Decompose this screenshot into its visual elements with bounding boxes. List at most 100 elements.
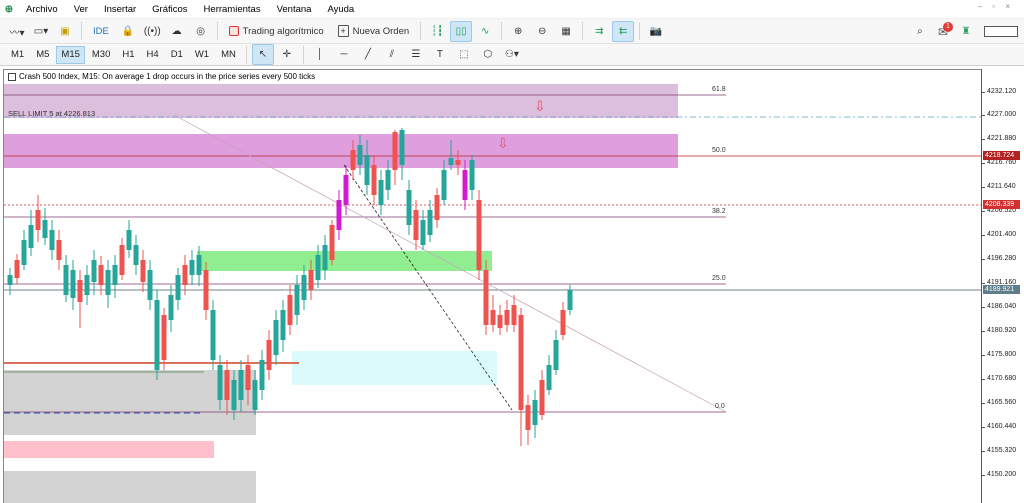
zoom-out-icon[interactable]: ⊖ bbox=[531, 21, 553, 42]
timeframe-toolbar: M1 M5 M15 M30 H1 H4 D1 W1 MN ↖ ✛ │ ─ ╱ ⫽… bbox=[0, 44, 1024, 66]
text-icon[interactable]: T bbox=[429, 44, 451, 65]
tf-h4[interactable]: H4 bbox=[142, 46, 164, 64]
tf-m30[interactable]: M30 bbox=[87, 46, 115, 64]
price-axis[interactable]: 4232.120 4227.000 4221.880 4216.760 4211… bbox=[981, 69, 1024, 503]
sell-zone[interactable] bbox=[4, 134, 678, 168]
candle-body bbox=[91, 260, 97, 282]
candle-body bbox=[553, 340, 559, 370]
chart-canvas[interactable]: ⇩ ⇩ bbox=[4, 70, 981, 503]
trendline-icon[interactable]: ╱ bbox=[357, 44, 379, 65]
account-icon[interactable]: ♜ bbox=[955, 21, 977, 42]
chart-type-icon[interactable]: 〰▾ bbox=[6, 21, 28, 42]
candle-body bbox=[84, 275, 90, 295]
candle-body bbox=[441, 170, 447, 200]
search-icon[interactable]: ⌕ bbox=[909, 21, 931, 42]
sell-limit-label[interactable]: SELL LIMIT 5 at 4226.813 bbox=[8, 109, 95, 118]
tf-m1[interactable]: M1 bbox=[6, 46, 29, 64]
algo-trading-button[interactable]: Trading algorítmico bbox=[223, 21, 330, 42]
window-controls[interactable]: – ▫ × bbox=[978, 2, 1014, 11]
bar-chart-icon[interactable]: ┆┇ bbox=[426, 21, 448, 42]
grid-icon[interactable]: ▦ bbox=[555, 21, 577, 42]
candle-body bbox=[322, 245, 328, 270]
demand-zone[interactable] bbox=[197, 251, 492, 271]
candle-body bbox=[28, 225, 34, 248]
candle-body bbox=[140, 260, 146, 282]
candle-body bbox=[224, 370, 230, 400]
down-arrow-icon[interactable]: ⇩ bbox=[534, 99, 546, 115]
price-tag-current: 4189.921 bbox=[983, 285, 1020, 294]
candle-body bbox=[77, 280, 83, 302]
sell-zone-upper[interactable] bbox=[4, 84, 678, 118]
candle-body bbox=[70, 270, 76, 298]
more-objects-icon[interactable]: ⚇▾ bbox=[501, 44, 523, 65]
candle-body bbox=[420, 220, 426, 245]
gray-zone-lower[interactable] bbox=[4, 471, 256, 503]
stop-icon bbox=[228, 26, 239, 36]
menu-item-ventana[interactable]: Ventana bbox=[269, 0, 320, 19]
vertical-line-icon[interactable]: │ bbox=[309, 44, 331, 65]
ide-button[interactable]: IDE bbox=[87, 21, 115, 42]
cloud-icon[interactable]: ☁ bbox=[166, 21, 188, 42]
menu-item-herramientas[interactable]: Herramientas bbox=[196, 0, 269, 19]
fibonacci-icon[interactable]: ☰ bbox=[405, 44, 427, 65]
notifications-count: 1 bbox=[943, 21, 953, 32]
candle-body bbox=[245, 365, 251, 390]
fib-label-0: 0.0 bbox=[715, 403, 725, 410]
candle-body bbox=[539, 380, 545, 415]
candle-body bbox=[462, 170, 468, 200]
templates-icon[interactable]: ▭▾ bbox=[30, 21, 52, 42]
price-label: 4196.280 bbox=[981, 255, 1017, 262]
candle-body bbox=[126, 230, 132, 250]
lock-icon[interactable]: 🔒 bbox=[117, 21, 139, 42]
notifications-icon[interactable]: ✉ 1 bbox=[938, 21, 953, 39]
candle-body bbox=[532, 400, 538, 425]
market-icon[interactable]: ▣ bbox=[54, 21, 76, 42]
candle-body bbox=[147, 270, 153, 300]
horizontal-line-icon[interactable]: ─ bbox=[333, 44, 355, 65]
menu-item-ver[interactable]: Ver bbox=[66, 0, 96, 19]
tf-mn[interactable]: MN bbox=[216, 46, 241, 64]
candle-body bbox=[385, 170, 391, 190]
algo-trading-label: Trading algorítmico bbox=[242, 25, 324, 37]
candle-body bbox=[511, 305, 517, 325]
screenshot-icon[interactable]: 📷 bbox=[645, 21, 667, 42]
candlestick-icon[interactable]: ▯▯ bbox=[450, 20, 473, 42]
candle-body bbox=[483, 270, 489, 325]
new-order-button[interactable]: + Nueva Orden bbox=[332, 21, 416, 42]
shapes-icon[interactable]: ⬚ bbox=[453, 44, 475, 65]
menu-item-ayuda[interactable]: Ayuda bbox=[319, 0, 362, 19]
signal-icon[interactable]: ((•)) bbox=[141, 21, 164, 42]
candle-body bbox=[182, 265, 188, 285]
tf-d1[interactable]: D1 bbox=[166, 46, 188, 64]
down-arrow-icon[interactable]: ⇩ bbox=[497, 136, 509, 152]
crosshair-icon[interactable]: ✛ bbox=[276, 44, 298, 65]
light-blue-zone[interactable] bbox=[292, 351, 497, 385]
price-chart[interactable]: ⇩ ⇩ Crash 500 Index, M15: On average 1 d… bbox=[3, 69, 981, 503]
tf-m15[interactable]: M15 bbox=[56, 45, 85, 64]
candle-body bbox=[189, 260, 195, 275]
chart-shift-icon[interactable]: ⇇ bbox=[612, 20, 635, 42]
menu-item-archivo[interactable]: Archivo bbox=[18, 0, 66, 19]
arrows-icon[interactable]: ⬡ bbox=[477, 44, 499, 65]
candle-body bbox=[371, 165, 377, 195]
tf-h1[interactable]: H1 bbox=[117, 46, 139, 64]
tf-w1[interactable]: W1 bbox=[190, 46, 214, 64]
tf-m5[interactable]: M5 bbox=[31, 46, 54, 64]
autoscroll-icon[interactable]: ⇉ bbox=[588, 21, 610, 42]
candle-body bbox=[413, 210, 419, 240]
candle-body bbox=[231, 380, 237, 410]
line-chart-icon[interactable]: ∿ bbox=[474, 21, 496, 42]
price-label: 4165.560 bbox=[981, 399, 1017, 406]
vps-icon[interactable]: ◎ bbox=[190, 21, 212, 42]
menu-item-graficos[interactable]: Gráficos bbox=[144, 0, 195, 19]
candle-body bbox=[14, 260, 20, 278]
cursor-icon[interactable]: ↖ bbox=[251, 44, 274, 65]
menu-item-insertar[interactable]: Insertar bbox=[96, 0, 144, 19]
candle-body bbox=[448, 158, 454, 165]
candle-body bbox=[133, 245, 139, 265]
zoom-in-icon[interactable]: ⊕ bbox=[507, 21, 529, 42]
channel-icon[interactable]: ⫽ bbox=[381, 44, 403, 65]
price-label: 4175.800 bbox=[981, 351, 1017, 358]
main-toolbar: 〰▾ ▭▾ ▣ IDE 🔒 ((•)) ☁ ◎ Trading algorítm… bbox=[0, 19, 1024, 44]
pink-zone[interactable] bbox=[4, 441, 214, 458]
